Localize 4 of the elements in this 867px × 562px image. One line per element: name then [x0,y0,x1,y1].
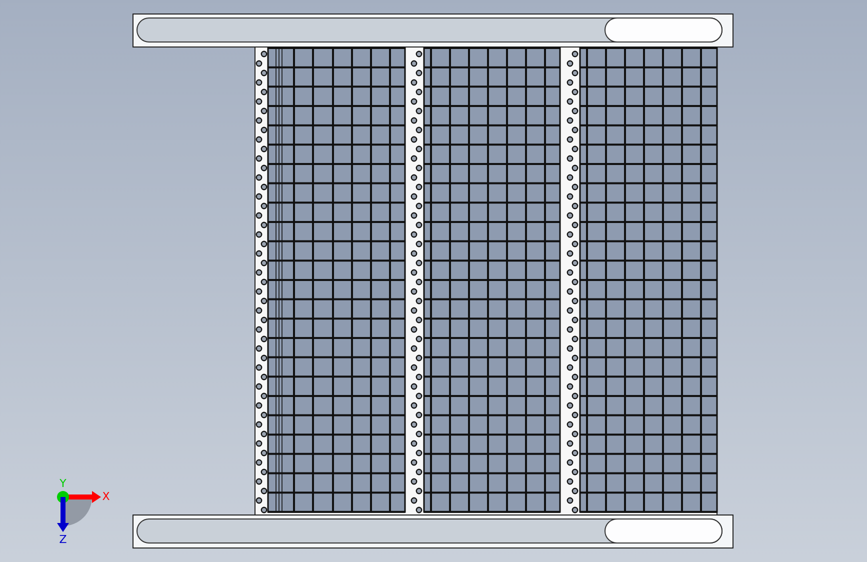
triad-shadow-drawing [63,497,92,526]
axis-label: X [102,490,110,504]
axis-label: Z [59,533,67,546]
axis-label: Y [60,477,66,490]
